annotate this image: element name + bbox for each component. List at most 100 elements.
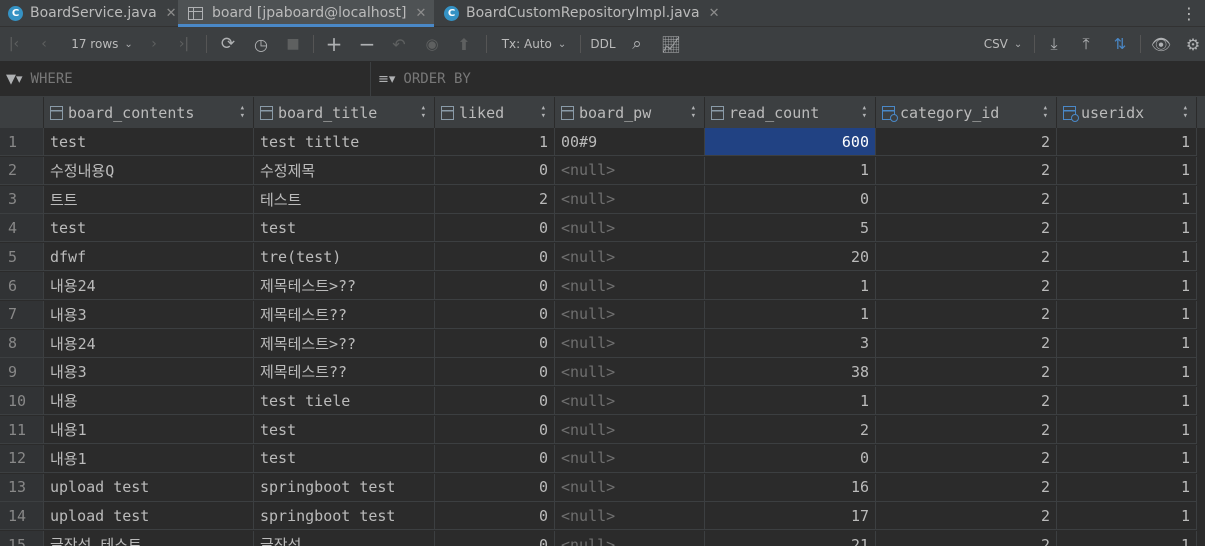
column-header-read-count[interactable]: read_count ▴ ▾ [705, 97, 876, 128]
cell-board-title[interactable]: springboot test [254, 473, 435, 502]
cell-board-title[interactable]: tre(test) [254, 243, 435, 272]
cell-useridx[interactable]: 1 [1057, 502, 1197, 531]
cell-board-pw[interactable]: <null> [555, 185, 705, 214]
cell-board-pw[interactable]: <null> [555, 156, 705, 185]
sort-icon[interactable]: ▴ ▾ [862, 104, 867, 121]
cell-category-id[interactable]: 2 [876, 128, 1057, 156]
close-icon[interactable]: ✕ [166, 6, 177, 21]
cell-useridx[interactable]: 1 [1057, 300, 1197, 329]
cell-board-contents[interactable]: 글작성 테스트 [44, 531, 254, 546]
cell-liked[interactable]: 0 [435, 473, 555, 502]
cell-board-contents[interactable]: 내용24 [44, 272, 254, 300]
cell-board-pw[interactable]: <null> [555, 387, 705, 416]
column-header-board-pw[interactable]: board_pw ▴ ▾ [555, 97, 705, 128]
cell-useridx[interactable]: 1 [1057, 329, 1197, 358]
tab-board-service[interactable]: C BoardService.java ✕ [8, 0, 177, 26]
cell-useridx[interactable]: 1 [1057, 387, 1197, 416]
cell-board-title[interactable]: 제목테스트?? [254, 300, 435, 329]
cell-liked[interactable]: 0 [435, 502, 555, 531]
cell-board-pw[interactable]: <null> [555, 502, 705, 531]
search-icon[interactable]: ⌕ [626, 27, 648, 61]
cell-liked[interactable]: 0 [435, 416, 555, 444]
transaction-mode-dropdown[interactable]: Tx: Auto ⌄ [496, 27, 572, 61]
cell-board-contents[interactable]: 트트 [44, 185, 254, 214]
cell-read-count[interactable]: 38 [705, 358, 876, 387]
table-row[interactable]: 3 트트 테스트 2 <null> 0 2 1 [0, 185, 1205, 215]
cell-useridx[interactable]: 1 [1057, 214, 1197, 243]
cell-board-contents[interactable]: test [44, 214, 254, 243]
cell-liked[interactable]: 2 [435, 185, 555, 214]
row-number[interactable]: 5 [0, 243, 44, 272]
ddl-button[interactable]: DDL [588, 27, 618, 61]
chart-icon[interactable]: 📈︎ [659, 27, 683, 61]
cell-useridx[interactable]: 1 [1057, 185, 1197, 214]
cell-category-id[interactable]: 2 [876, 329, 1057, 358]
column-header-board-contents[interactable]: board_contents ▴ ▾ [44, 97, 254, 128]
cell-useridx[interactable]: 1 [1057, 243, 1197, 272]
view-changes-icon[interactable]: ◉ [421, 27, 443, 61]
cell-board-contents[interactable]: 내용3 [44, 300, 254, 329]
cell-read-count[interactable]: 0 [705, 444, 876, 473]
first-page-icon[interactable]: |‹ [4, 27, 24, 61]
cell-liked[interactable]: 0 [435, 214, 555, 243]
row-number[interactable]: 7 [0, 300, 44, 329]
sort-icon[interactable]: ▴ ▾ [541, 104, 546, 121]
cell-board-title[interactable]: springboot test [254, 502, 435, 531]
cell-liked[interactable]: 0 [435, 329, 555, 358]
row-number[interactable]: 4 [0, 214, 44, 243]
sort-icon[interactable]: ▴ ▾ [421, 104, 426, 121]
row-number[interactable]: 6 [0, 272, 44, 300]
cell-board-contents[interactable]: upload test [44, 473, 254, 502]
cell-board-contents[interactable]: 내용1 [44, 444, 254, 473]
table-row[interactable]: 6 내용24 제목테스트>?? 0 <null> 1 2 1 [0, 272, 1205, 301]
cell-board-title[interactable]: 제목테스트>?? [254, 272, 435, 300]
cell-board-pw[interactable]: <null> [555, 473, 705, 502]
cell-board-pw[interactable]: <null> [555, 214, 705, 243]
cell-useridx[interactable]: 1 [1057, 156, 1197, 185]
row-number[interactable]: 10 [0, 387, 44, 416]
table-row[interactable]: 7 내용3 제목테스트?? 0 <null> 1 2 1 [0, 300, 1205, 330]
row-number[interactable]: 1 [0, 128, 44, 156]
cell-board-title[interactable]: test titlte [254, 128, 435, 156]
sort-icon[interactable]: ▴ ▾ [1043, 104, 1048, 121]
cell-board-title[interactable]: test tiele [254, 387, 435, 416]
cell-liked[interactable]: 0 [435, 358, 555, 387]
table-row[interactable]: 12 내용1 test 0 <null> 0 2 1 [0, 444, 1205, 474]
history-icon[interactable]: ◷ [250, 27, 272, 61]
row-number[interactable]: 8 [0, 329, 44, 358]
cell-liked[interactable]: 0 [435, 300, 555, 329]
cell-category-id[interactable]: 2 [876, 185, 1057, 214]
cell-board-title[interactable]: 글작성 [254, 531, 435, 546]
upload-icon[interactable]: ⤒ [1075, 27, 1097, 61]
cell-read-count[interactable]: 0 [705, 185, 876, 214]
submit-icon[interactable]: ⬆ [453, 27, 475, 61]
cell-category-id[interactable]: 2 [876, 473, 1057, 502]
tab-board-custom-repository[interactable]: C BoardCustomRepositoryImpl.java ✕ [444, 0, 719, 26]
view-icon[interactable]: 👁︎ [1150, 27, 1172, 61]
cell-read-count[interactable]: 2 [705, 416, 876, 444]
last-page-icon[interactable]: ›| [174, 27, 194, 61]
column-header-liked[interactable]: liked ▴ ▾ [435, 97, 555, 128]
cell-board-contents[interactable]: 내용 [44, 387, 254, 416]
cell-category-id[interactable]: 2 [876, 416, 1057, 444]
table-row[interactable]: 9 내용3 제목테스트?? 0 <null> 38 2 1 [0, 358, 1205, 387]
cell-liked[interactable]: 0 [435, 531, 555, 546]
add-row-icon[interactable]: + [323, 27, 345, 61]
cell-board-pw[interactable]: <null> [555, 531, 705, 546]
cell-useridx[interactable]: 1 [1057, 444, 1197, 473]
close-icon[interactable]: ✕ [709, 6, 720, 21]
cell-useridx[interactable]: 1 [1057, 416, 1197, 444]
cell-read-count[interactable]: 16 [705, 473, 876, 502]
cell-board-pw[interactable]: <null> [555, 300, 705, 329]
cell-category-id[interactable]: 2 [876, 214, 1057, 243]
cell-read-count[interactable]: 20 [705, 243, 876, 272]
rows-count-dropdown[interactable]: 17 rows ⌄ [62, 27, 142, 61]
row-number[interactable]: 11 [0, 416, 44, 444]
cell-useridx[interactable]: 1 [1057, 473, 1197, 502]
row-number[interactable]: 13 [0, 473, 44, 502]
table-row[interactable]: 11 내용1 test 0 <null> 2 2 1 [0, 416, 1205, 445]
cell-board-pw[interactable]: <null> [555, 243, 705, 272]
cell-useridx[interactable]: 1 [1057, 358, 1197, 387]
cell-liked[interactable]: 0 [435, 444, 555, 473]
delete-row-icon[interactable]: − [356, 27, 378, 61]
